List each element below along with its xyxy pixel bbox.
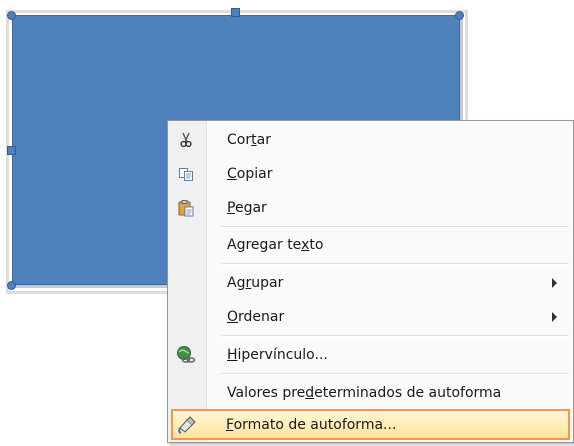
resize-handle-top[interactable] (231, 8, 240, 17)
menu-item-add-text[interactable]: Agregar texto (170, 229, 571, 260)
resize-handle-top-right[interactable] (455, 11, 464, 20)
menu-item-cut[interactable]: Cortar (170, 124, 571, 155)
context-menu: Cortar Copiar Pegar Agregar texto Agrupa… (167, 120, 574, 443)
menu-item-paste[interactable]: Pegar (170, 192, 571, 223)
menu-separator (220, 263, 569, 265)
menu-item-label: Copiar (227, 165, 273, 182)
scissors-icon (176, 130, 196, 150)
menu-separator (220, 373, 569, 375)
menu-separator (220, 226, 569, 228)
menu-item-group[interactable]: Agrupar (170, 267, 571, 298)
paste-icon (176, 198, 196, 218)
menu-item-order[interactable]: Ordenar (170, 301, 571, 332)
menu-item-label: Valores predeterminados de autoforma (227, 384, 502, 401)
resize-handle-bottom-left[interactable] (7, 281, 16, 290)
menu-item-hyperlink[interactable]: Hipervínculo... (170, 339, 571, 370)
menu-item-label: Pegar (227, 199, 267, 216)
resize-handle-left[interactable] (7, 146, 16, 155)
menu-item-label: Agregar texto (227, 236, 324, 253)
menu-item-label: Ordenar (227, 308, 285, 325)
menu-item-label: Formato de autoforma... (226, 416, 397, 433)
copy-icon (176, 164, 196, 184)
submenu-arrow-icon (552, 278, 557, 288)
menu-item-format-shape[interactable]: Formato de autoforma... (171, 409, 570, 440)
menu-item-label: Hipervínculo... (227, 346, 328, 363)
submenu-arrow-icon (552, 312, 557, 322)
menu-item-label: Cortar (227, 131, 271, 148)
resize-handle-top-left[interactable] (7, 11, 16, 20)
hyperlink-icon (176, 345, 196, 365)
menu-item-set-default-shape[interactable]: Valores predeterminados de autoforma (170, 377, 571, 408)
menu-separator (220, 335, 569, 337)
menu-item-copy[interactable]: Copiar (170, 158, 571, 189)
format-shape-icon (177, 415, 197, 435)
menu-item-label: Agrupar (227, 274, 284, 291)
